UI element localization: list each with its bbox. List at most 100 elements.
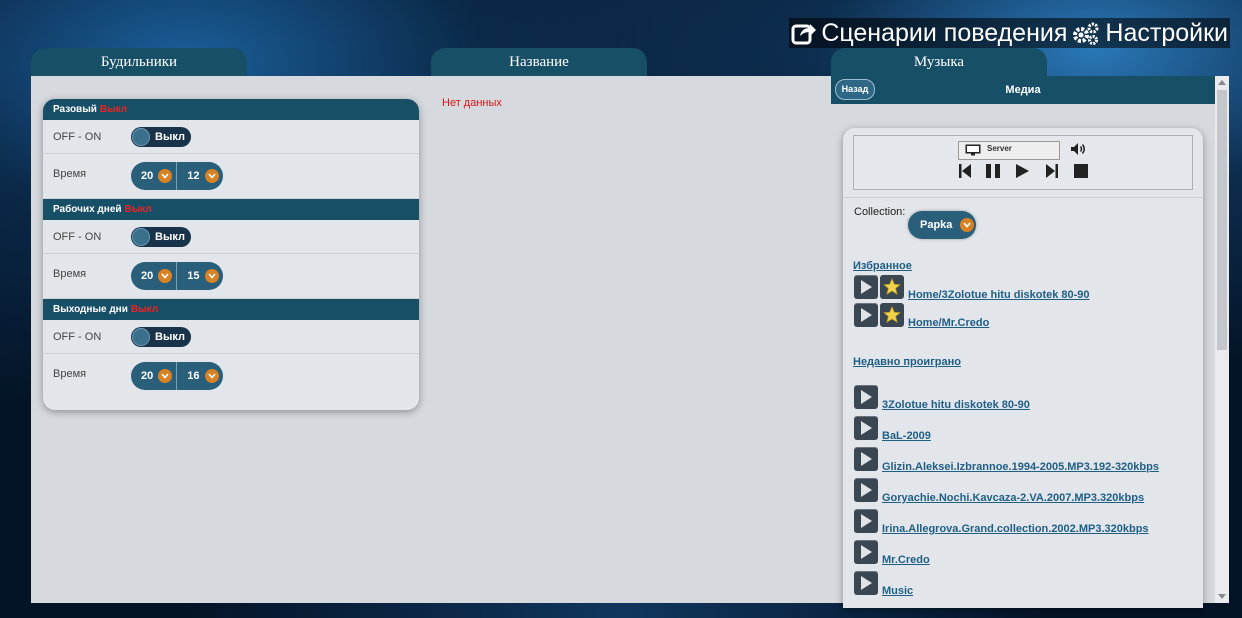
alarm-toggle[interactable]: Выкл <box>131 126 191 147</box>
player-controls: Server <box>853 135 1193 190</box>
settings-link[interactable]: Настройки <box>1069 18 1230 48</box>
hour-value: 20 <box>141 370 154 382</box>
play-icon[interactable] <box>854 571 878 595</box>
tab-alarms[interactable]: Будильники <box>31 48 247 76</box>
alarm-state: Выкл <box>124 204 152 215</box>
collection-select[interactable]: Papka <box>908 211 976 239</box>
toggle-value: Выкл <box>155 230 185 243</box>
play-icon[interactable] <box>854 509 878 533</box>
favorite-link[interactable]: Home/3Zolotue hitu diskotek 80-90 <box>908 289 1090 301</box>
chevron-down-icon <box>960 218 975 232</box>
toggle-knob <box>132 227 150 246</box>
recent-link[interactable]: Mr.Credo <box>882 554 930 566</box>
chevron-down-icon <box>158 269 173 283</box>
volume-icon[interactable] <box>1070 142 1088 161</box>
divider <box>843 197 1203 198</box>
chevron-down-icon <box>158 369 173 383</box>
toggle-knob <box>132 327 150 346</box>
device-select[interactable]: Server <box>958 141 1060 160</box>
recent-link[interactable]: Music <box>882 585 913 597</box>
hour-select[interactable]: 20 <box>131 262 176 290</box>
star-icon[interactable] <box>880 303 904 327</box>
collection-value: Papka <box>920 219 953 231</box>
no-data-text: Нет данных <box>442 97 502 109</box>
minute-select[interactable]: 12 <box>176 162 222 190</box>
alarm-toggle[interactable]: Выкл <box>131 326 191 347</box>
scenarios-label: Сценарии поведения <box>821 18 1068 47</box>
chevron-down-icon <box>204 369 219 383</box>
stop-icon[interactable] <box>1073 163 1089 184</box>
play-icon[interactable] <box>854 447 878 471</box>
hour-select[interactable]: 20 <box>131 362 176 390</box>
play-icon[interactable] <box>1014 163 1030 184</box>
toggle-value: Выкл <box>155 330 185 343</box>
favorite-link[interactable]: Home/Mr.Credo <box>908 317 989 329</box>
play-icon[interactable] <box>854 478 878 502</box>
scroll-down-icon[interactable] <box>1218 594 1226 599</box>
scenarios-link[interactable]: Сценарии поведения <box>789 18 1070 48</box>
hour-select[interactable]: 20 <box>131 162 176 190</box>
play-icon[interactable] <box>854 540 878 564</box>
list-item: Music <box>854 569 913 597</box>
hour-value: 20 <box>141 170 154 182</box>
alarm-time-row: Время 20 12 <box>43 154 419 199</box>
prev-track-icon[interactable] <box>958 163 972 184</box>
alarm-state: Выкл <box>99 104 128 115</box>
alarm-title: Разовый <box>53 104 97 115</box>
hour-value: 20 <box>141 270 154 282</box>
tab-music[interactable]: Музыка <box>831 48 1047 76</box>
minute-select[interactable]: 15 <box>176 262 222 290</box>
toggle-label: OFF - ON <box>53 230 102 243</box>
time-label: Время <box>53 168 87 180</box>
media-title: Медиа <box>1005 84 1041 96</box>
minute-select[interactable]: 16 <box>176 362 222 390</box>
play-icon[interactable] <box>854 416 878 440</box>
alarm-title: Рабочих дней <box>53 204 122 215</box>
tab-name[interactable]: Название <box>431 48 647 76</box>
alarm-time-row: Время 20 15 <box>43 254 419 299</box>
recent-link[interactable]: BaL-2009 <box>882 430 931 442</box>
recent-link[interactable]: Glizin.Aleksei.Izbrannoe.1994-2005.MP3.1… <box>882 461 1159 473</box>
time-label: Время <box>53 368 87 380</box>
collection-label: Collection: <box>854 206 906 218</box>
next-track-icon[interactable] <box>1045 163 1059 184</box>
minute-value: 12 <box>187 170 200 182</box>
recent-title[interactable]: Недавно проиграно <box>853 356 961 368</box>
monitor-icon <box>965 144 981 156</box>
time-picker: 20 16 <box>131 362 223 390</box>
toggle-label: OFF - ON <box>53 130 102 143</box>
alarm-header: Выходные дни Выкл <box>43 299 419 320</box>
alarm-toggle-row: OFF - ON Выкл <box>43 320 419 354</box>
media-panel: Server Collection: Papka Избранное Home/… <box>843 128 1203 608</box>
play-icon[interactable] <box>854 385 878 409</box>
toggle-value: Выкл <box>155 130 185 143</box>
recent-link[interactable]: 3Zolotue hitu diskotek 80-90 <box>882 399 1030 411</box>
alarm-title: Выходные дни <box>53 304 128 315</box>
time-label: Время <box>53 268 87 280</box>
play-icon[interactable] <box>854 303 878 327</box>
list-item: 3Zolotue hitu diskotek 80-90 <box>854 383 1030 411</box>
minute-value: 15 <box>187 270 200 282</box>
back-button[interactable]: Назад <box>835 79 875 100</box>
list-item: Glizin.Aleksei.Izbrannoe.1994-2005.MP3.1… <box>854 445 1159 473</box>
settings-label: Настройки <box>1105 18 1228 47</box>
media-scrollbar[interactable] <box>1215 76 1229 603</box>
scroll-up-icon[interactable] <box>1218 80 1226 85</box>
star-icon[interactable] <box>880 275 904 299</box>
favorites-title[interactable]: Избранное <box>853 260 912 272</box>
pause-icon[interactable] <box>984 163 1002 184</box>
chevron-down-icon <box>158 169 173 183</box>
share-square-icon <box>791 24 817 45</box>
list-item: Home/3Zolotue hitu diskotek 80-90 <box>854 273 1090 301</box>
device-name: Server <box>987 144 1012 153</box>
play-icon[interactable] <box>854 275 878 299</box>
recent-link[interactable]: Irina.Allegrova.Grand.collection.2002.MP… <box>882 523 1149 535</box>
media-header: Назад Медиа <box>831 76 1215 104</box>
alarms-panel: Разовый Выкл OFF - ON Выкл Время 20 12 Ра… <box>43 99 419 410</box>
alarm-header: Рабочих дней Выкл <box>43 199 419 220</box>
recent-link[interactable]: Goryachie.Nochi.Kavcaza-2.VA.2007.MP3.32… <box>882 492 1144 504</box>
alarm-toggle[interactable]: Выкл <box>131 226 191 247</box>
toggle-label: OFF - ON <box>53 330 102 343</box>
toggle-knob <box>132 127 150 146</box>
scroll-thumb[interactable] <box>1217 90 1227 350</box>
